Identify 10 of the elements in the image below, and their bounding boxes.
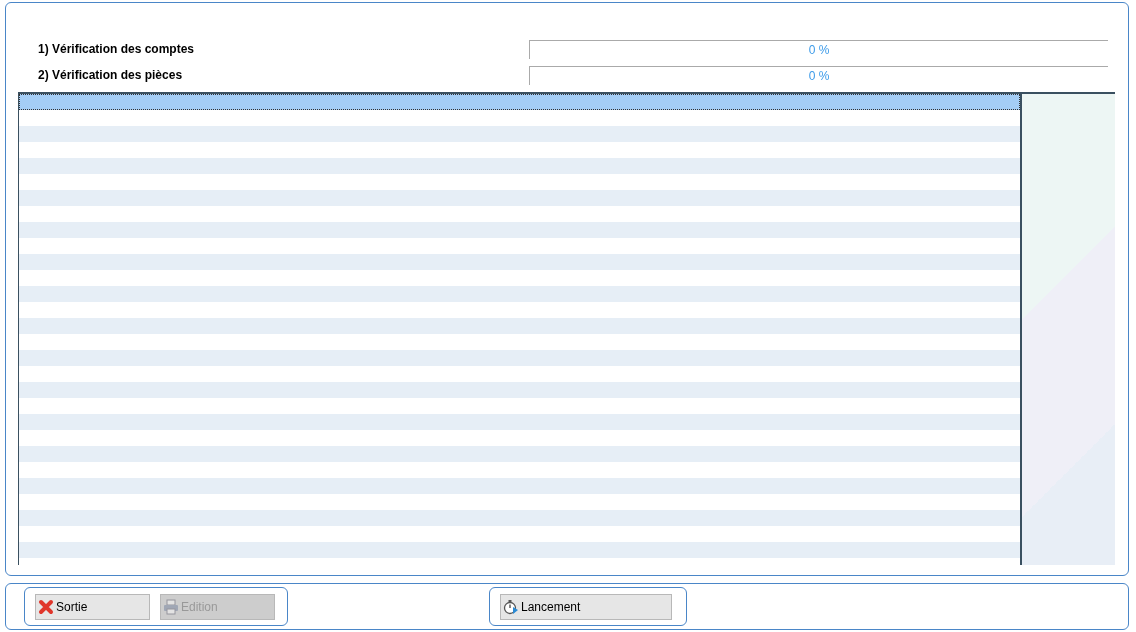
launch-button[interactable]: Lancement bbox=[500, 593, 672, 620]
stopwatch-icon bbox=[503, 598, 519, 615]
printer-icon bbox=[163, 598, 179, 615]
progress-label: 2) Vérification des pièces bbox=[38, 68, 184, 82]
progress-reading: 0 % bbox=[808, 68, 830, 83]
close-icon bbox=[38, 598, 54, 615]
table-row[interactable] bbox=[19, 94, 1020, 110]
progress-label: 1) Vérification des comptes bbox=[38, 42, 196, 56]
exit-button[interactable]: Sortie bbox=[35, 593, 150, 620]
progress-reading: 0 % bbox=[808, 42, 830, 57]
